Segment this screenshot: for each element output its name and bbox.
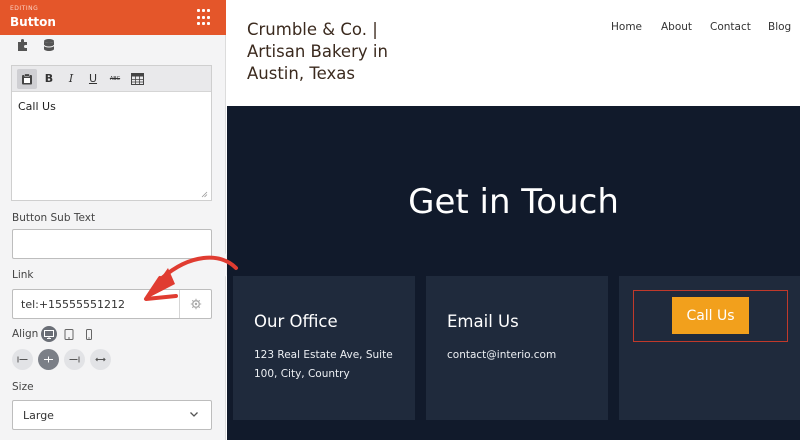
call-card: Call Us	[619, 276, 800, 420]
email-card-address[interactable]: contact@interio.com	[447, 346, 607, 365]
paste-icon[interactable]	[17, 68, 37, 89]
nav-about[interactable]: About	[661, 21, 692, 33]
email-card: Email Us contact@interio.com	[426, 276, 608, 420]
site-preview: Crumble & Co. | Artisan Bakery in Austin…	[227, 0, 800, 440]
italic-button[interactable]: I	[61, 69, 81, 89]
panel-eyebrow: EDITING	[10, 5, 39, 12]
align-right-icon[interactable]	[64, 349, 85, 370]
link-input[interactable]: tel:+15555551212	[12, 289, 212, 319]
rich-text-editor: B I U ABC Call Us	[11, 65, 212, 201]
size-label: Size	[12, 381, 34, 393]
puzzle-icon[interactable]	[15, 37, 31, 53]
resize-handle-icon[interactable]	[201, 191, 208, 198]
selected-module-frame: Call Us	[633, 290, 788, 342]
site-brand[interactable]: Crumble & Co. | Artisan Bakery in Austin…	[247, 19, 417, 85]
office-card: Our Office 123 Real Estate Ave, Suite 10…	[233, 276, 415, 420]
editor-content[interactable]: Call Us	[12, 92, 211, 121]
site-header: Crumble & Co. | Artisan Bakery in Austin…	[227, 0, 800, 106]
panel-header: EDITING Button	[0, 0, 226, 35]
editor-toolbar: B I U ABC	[12, 66, 211, 92]
size-select[interactable]: Large	[12, 400, 212, 430]
call-us-button[interactable]: Call Us	[672, 297, 749, 334]
align-label: Align	[12, 328, 39, 340]
nav-contact[interactable]: Contact	[710, 21, 751, 33]
mobile-icon[interactable]	[81, 326, 97, 342]
hero-title: Get in Touch	[408, 182, 619, 222]
panel-title: Button	[10, 15, 56, 29]
nav-blog[interactable]: Blog	[768, 21, 791, 33]
office-card-address: 123 Real Estate Ave, Suite 100, City, Co…	[254, 349, 393, 380]
office-card-title: Our Office	[254, 312, 338, 331]
align-center-icon[interactable]	[38, 349, 59, 370]
hero-section: Get in Touch Our Office 123 Real Estate …	[227, 106, 800, 440]
bold-button[interactable]: B	[39, 69, 59, 89]
sub-text-label: Button Sub Text	[12, 212, 96, 224]
link-value: tel:+15555551212	[21, 298, 126, 311]
nav-home[interactable]: Home	[611, 21, 642, 33]
database-icon[interactable]	[41, 37, 57, 53]
underline-button[interactable]: U	[83, 69, 103, 89]
strikethrough-button[interactable]: ABC	[105, 69, 125, 89]
chevron-down-icon	[190, 412, 198, 417]
grid-menu-icon[interactable]	[197, 9, 215, 27]
link-label: Link	[12, 269, 34, 281]
desktop-icon[interactable]	[41, 326, 57, 342]
align-left-icon[interactable]	[12, 349, 33, 370]
table-icon[interactable]	[127, 69, 147, 89]
editor-panel: EDITING Button B I U ABC Call Us Button …	[0, 0, 226, 440]
tablet-icon[interactable]	[61, 326, 77, 342]
size-value: Large	[23, 409, 54, 422]
sub-text-input[interactable]	[12, 229, 212, 259]
link-settings-icon[interactable]	[179, 290, 211, 318]
align-full-icon[interactable]	[90, 349, 111, 370]
email-card-title: Email Us	[447, 312, 519, 331]
